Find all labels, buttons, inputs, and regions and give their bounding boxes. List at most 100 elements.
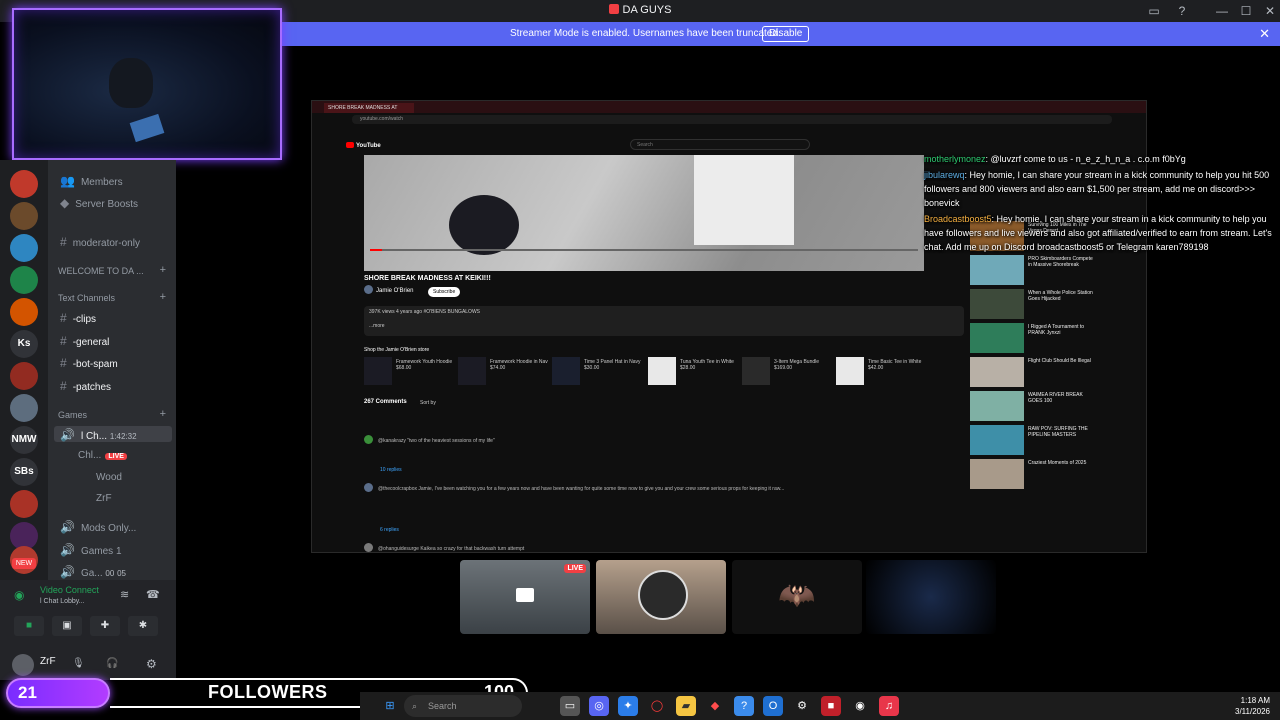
recommended-video[interactable]: I Rigged A Tournament to PRANK Jynxzi [970,323,1100,355]
server-icon[interactable] [10,170,38,198]
address-bar[interactable]: youtube.com/watch [352,115,1112,124]
youtube-logo[interactable]: YouTube [346,142,381,149]
avatar[interactable] [12,654,34,676]
server-icon[interactable]: Ks [10,330,38,358]
subscribe-button[interactable]: Subscribe [428,287,461,297]
close-banner-icon[interactable]: ✕ [1259,26,1270,42]
screen-share-button[interactable]: ▣ [52,616,82,636]
recommended-video[interactable]: PRO Skimboarders Compete in Massive Shor… [970,255,1100,287]
browser-tab[interactable]: SHORE BREAK MADNESS AT [324,103,414,113]
stream-tile[interactable]: LIVE [460,560,590,634]
replies-toggle[interactable]: 10 replies [380,467,980,473]
microphone-icon[interactable]: 🎙 [72,658,85,669]
voice-channel-chill[interactable]: 🔊 l Ch... 1:42:32 [60,428,137,442]
file-explorer-icon[interactable]: ▰ [676,696,696,716]
video-description[interactable]: 397K views 4 years ago #O'BIENS BUNGALOW… [364,306,964,336]
sidebar-item-general[interactable]: # -general [60,334,109,348]
sort-by-button[interactable]: Sort by [420,400,436,406]
product-thumbnail [836,357,864,385]
discord-icon [608,4,619,14]
server-icon[interactable] [10,234,38,262]
category-welcome[interactable]: WELCOME TO DA ... [58,266,144,276]
voice-user-zrf[interactable]: ZrF [96,493,112,504]
replies-toggle[interactable]: 6 replies [380,527,980,533]
voice-channel-label: Ga... [80,568,103,579]
settings-icon[interactable]: ⚙ [146,657,157,671]
shop-item[interactable]: Tuna Youth Tee in White $28.00 [648,357,738,387]
video-thumbnail [970,391,1024,421]
recommended-video[interactable]: When a Whole Police Station Goes Hijacke… [970,289,1100,321]
server-icon[interactable] [10,202,38,230]
recommended-video[interactable]: WAIMEA RIVER BREAK GOES 100 [970,391,1100,423]
user-tile[interactable]: 🦇 [732,560,862,634]
system-clock[interactable]: 1:18 AM 3/11/2026 [1235,695,1270,717]
voice-status-channel[interactable]: l Chat Lobby... [40,598,85,605]
server-icon[interactable] [10,490,38,518]
sidebar-item-server-boosts[interactable]: ◆ Server Boosts [60,196,138,210]
recommended-title: Craziest Moments of 2025 [1028,460,1087,466]
speaker-icon: 🔊 [60,520,75,534]
server-icon[interactable]: NMW [10,426,38,454]
shop-item[interactable]: Framework Youth Hoodie $68.00 [364,357,454,387]
user-tile[interactable] [596,560,726,634]
server-icon[interactable] [10,266,38,294]
opera-icon[interactable]: ◯ [647,696,667,716]
app-icon[interactable]: ◆ [705,696,725,716]
taskbar-search[interactable]: ⌕ Search [404,695,522,717]
voice-channel-mods-only[interactable]: 🔊 Mods Only... [60,520,136,534]
add-channel-icon[interactable]: + [160,264,166,276]
category-games[interactable]: Games [58,410,87,420]
activities-button[interactable]: ✚ [90,616,120,636]
video-progress-bar[interactable] [370,249,918,251]
recommended-video[interactable]: Craziest Moments of 2025 [970,459,1100,491]
close-window-button[interactable]: ✕ [1256,2,1280,20]
video-channel-name[interactable]: Jamie O'Brien [364,285,414,294]
shop-item[interactable]: Time Basic Tee in White $42.00 [836,357,926,387]
help-app-icon[interactable]: ? [734,696,754,716]
help-icon[interactable]: ? [1168,2,1196,20]
windows-start-icon[interactable]: ⊞ [380,696,400,716]
shop-item[interactable]: Time 3 Panel Hat in Navy $30.00 [552,357,642,387]
camera-button[interactable]: ■ [14,616,44,636]
server-icon[interactable] [10,394,38,422]
chrome-icon[interactable]: ◉ [850,696,870,716]
add-channel-icon[interactable]: + [160,408,166,420]
user-tile[interactable] [866,560,996,634]
voice-channel-games-1[interactable]: 🔊 Games 1 [60,543,122,557]
youtube-search-input[interactable]: Search [630,139,810,150]
add-channel-icon[interactable]: + [160,291,166,303]
voice-user-wood[interactable]: Wood [96,472,122,483]
settings-app-icon[interactable]: ⚙ [792,696,812,716]
headphones-icon[interactable]: 🎧 [106,658,118,669]
disconnect-icon[interactable]: ☎ [146,588,160,601]
chat-username: Broadcastboost5 [924,214,992,224]
description-more[interactable]: ...more [369,323,959,329]
inbox-icon[interactable]: ▭ [1140,2,1168,20]
copilot-icon[interactable]: ✦ [618,696,638,716]
disable-streamer-mode-button[interactable]: Disable [762,26,810,42]
outlook-icon[interactable]: O [763,696,783,716]
recommended-video[interactable]: Flight Club Should Be Illegal [970,357,1100,389]
recommended-video[interactable]: RAW POV: SURFING THE PIPELINE MASTERS [970,425,1100,457]
music-icon[interactable]: ♫ [879,696,899,716]
followers-label: FOLLOWERS [208,682,328,702]
sidebar-item-patches[interactable]: # -patches [60,379,111,393]
noise-suppression-icon[interactable]: ≋ [120,588,129,601]
app-icon[interactable]: ■ [821,696,841,716]
sidebar-item-bot-spam[interactable]: # -bot-spam [60,356,118,370]
discord-taskbar-icon[interactable]: ◎ [589,696,609,716]
server-icon[interactable] [10,362,38,390]
task-view-icon[interactable]: ▭ [560,696,580,716]
sidebar-item-members[interactable]: 👥 Members [60,174,123,188]
shop-item[interactable]: 3-Item Mega Bundle $169.00 [742,357,832,387]
category-text-channels[interactable]: Text Channels [58,293,115,303]
server-icon[interactable]: SBs [10,458,38,486]
soundboard-button[interactable]: ✱ [128,616,158,636]
video-player[interactable] [364,155,924,271]
voice-user-chl[interactable]: Chl... LIVE [78,450,127,461]
sidebar-item-moderator-only[interactable]: # moderator-only [60,235,140,249]
sidebar-item-clips[interactable]: # -clips [60,311,96,325]
server-icon[interactable] [10,298,38,326]
shop-item[interactable]: Framework Hoodie in Nav $74.00 [458,357,548,387]
voice-channel-games-2[interactable]: 🔊 Ga... 00 05 [60,565,126,579]
